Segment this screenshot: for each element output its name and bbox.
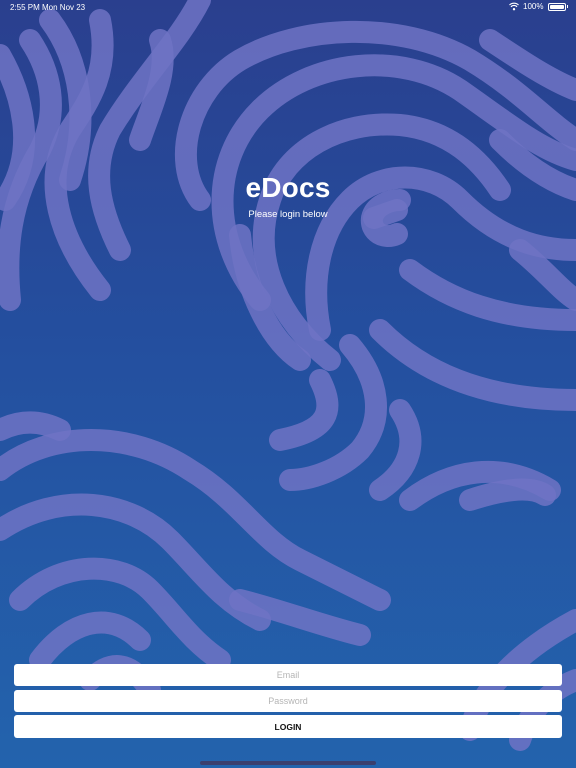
battery-percent: 100% <box>523 2 544 11</box>
login-screen: 2:55 PM Mon Nov 23 100% eDocs Please log… <box>0 0 576 768</box>
status-time: 2:55 PM <box>10 3 40 12</box>
status-indicators: 100% <box>509 2 568 11</box>
email-field[interactable] <box>14 664 562 686</box>
swirl-background-art <box>0 0 576 751</box>
login-subtitle: Please login below <box>248 209 328 220</box>
battery-cap-icon <box>566 5 568 8</box>
app-title: eDocs <box>245 172 331 203</box>
login-button[interactable]: LOGIN <box>14 715 562 738</box>
password-field[interactable] <box>14 690 562 712</box>
home-indicator <box>200 761 376 765</box>
wifi-icon <box>509 2 519 11</box>
battery-icon <box>547 2 566 11</box>
status-date: Mon Nov 23 <box>42 3 86 12</box>
status-bar: 2:55 PM Mon Nov 23 100% <box>0 0 576 14</box>
